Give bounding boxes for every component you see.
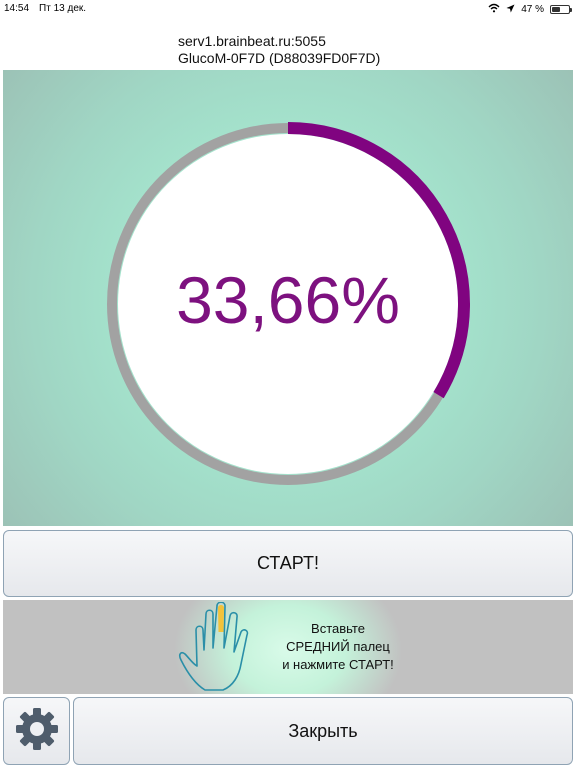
- gear-icon: [14, 706, 60, 757]
- hint-line-3: и нажмите СТАРТ!: [282, 657, 394, 672]
- finger-hint-panel: Вставьте СРЕДНИЙ палец и нажмите СТАРТ!: [3, 600, 573, 694]
- device-name: GlucoM-0F7D (D88039FD0F7D): [178, 50, 381, 66]
- status-date: Пт 13 дек.: [39, 3, 87, 14]
- gauge-value: 33,66%: [176, 263, 400, 337]
- wifi-icon: [488, 3, 500, 16]
- server-address: serv1.brainbeat.ru:5055: [178, 33, 326, 49]
- finger-hint-text: Вставьте СРЕДНИЙ палец и нажмите СТАРТ!: [253, 620, 423, 674]
- location-arrow-icon: [506, 4, 515, 16]
- battery-icon: [550, 5, 572, 14]
- status-bar: 14:54 Пт 13 дек. 47 %: [0, 0, 576, 18]
- close-button-label: Закрыть: [288, 720, 358, 741]
- server-info: serv1.brainbeat.ru:5055 GlucoM-0F7D (D88…: [178, 33, 380, 67]
- status-time: 14:54: [4, 3, 30, 14]
- battery-text: 47 %: [521, 4, 544, 15]
- hint-line-2: СРЕДНИЙ палец: [286, 639, 390, 654]
- battery-level: [552, 7, 560, 12]
- close-button[interactable]: Закрыть: [73, 697, 573, 765]
- hint-line-1: Вставьте: [311, 621, 365, 636]
- start-button-label: СТАРТ!: [257, 553, 319, 573]
- start-button[interactable]: СТАРТ!: [3, 530, 573, 597]
- settings-button[interactable]: [3, 697, 70, 765]
- gauge-panel: 33,66%: [3, 70, 573, 526]
- hand-icon: [175, 601, 265, 694]
